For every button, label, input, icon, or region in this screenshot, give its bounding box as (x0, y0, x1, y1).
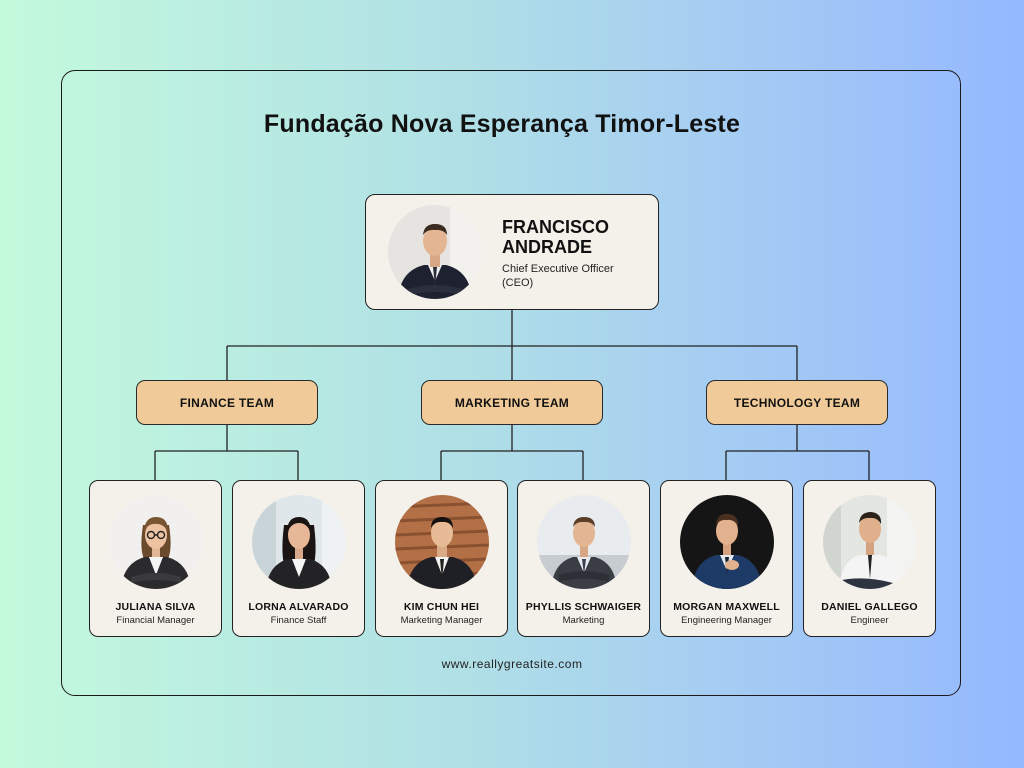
woman-in-blazer-portrait-icon (252, 495, 346, 589)
employee-role: Marketing (562, 615, 605, 626)
man-adjusting-tie-portrait-icon (680, 495, 774, 589)
employee-name: LORNA ALVARADO (248, 601, 349, 613)
team-finance[interactable]: FINANCE TEAM (136, 380, 318, 425)
employee-card-lorna-alvarado[interactable]: LORNA ALVARADO Finance Staff (232, 480, 365, 637)
employee-role: Financial Manager (116, 615, 195, 626)
employee-role: Engineering Manager (681, 615, 772, 626)
employee-card-daniel-gallego[interactable]: DANIEL GALLEGO Engineer (803, 480, 936, 637)
man-in-suit-portrait-icon (388, 205, 482, 299)
woman-with-glasses-portrait-icon (109, 495, 203, 589)
employee-card-juliana-silva[interactable]: JULIANA SILVA Financial Manager (89, 480, 222, 637)
ceo-role: Chief Executive Officer (CEO) (502, 263, 614, 289)
employee-name: DANIEL GALLEGO (821, 601, 918, 613)
ceo-name: FRANCISCO ANDRADE (502, 217, 609, 257)
employee-card-phyllis-schwaiger[interactable]: PHYLLIS SCHWAIGER Marketing (517, 480, 650, 637)
employee-name: KIM CHUN HEI (403, 601, 480, 613)
team-technology[interactable]: TECHNOLOGY TEAM (706, 380, 888, 425)
man-in-suit-portrait-icon (395, 495, 489, 589)
website-link[interactable]: www.reallygreatsite.com (0, 657, 1024, 671)
ceo-card[interactable]: FRANCISCO ANDRADE Chief Executive Office… (365, 194, 659, 310)
employee-name: PHYLLIS SCHWAIGER (525, 601, 642, 613)
employee-card-kim-chun-hei[interactable]: KIM CHUN HEI Marketing Manager (375, 480, 508, 637)
employee-name: MORGAN MAXWELL (673, 601, 780, 613)
employee-role: Marketing Manager (400, 615, 483, 626)
man-seated-portrait-icon (823, 495, 917, 589)
team-marketing[interactable]: MARKETING TEAM (421, 380, 603, 425)
man-arms-crossed-portrait-icon (537, 495, 631, 589)
employee-role: Finance Staff (270, 615, 327, 626)
employee-card-morgan-maxwell[interactable]: MORGAN MAXWELL Engineering Manager (660, 480, 793, 637)
employee-name: JULIANA SILVA (115, 601, 196, 613)
employee-role: Engineer (850, 615, 889, 626)
